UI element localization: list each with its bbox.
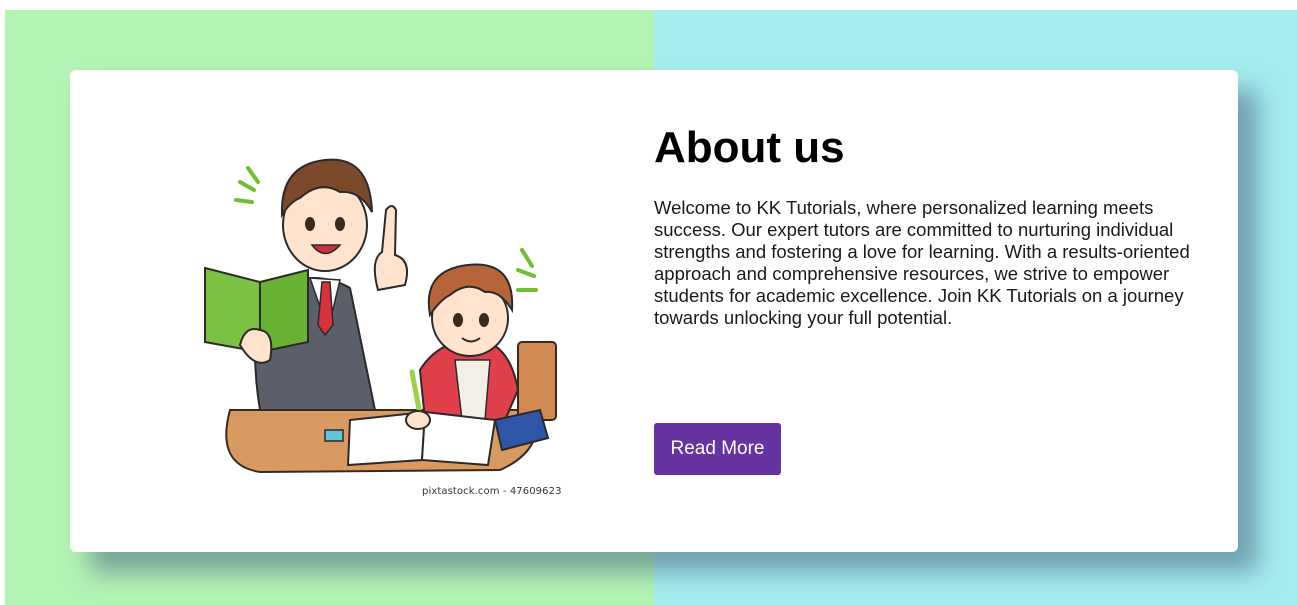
image-credit: pixtastock.com - 47609623 [422, 486, 562, 497]
tutor-and-student-illustration [200, 120, 570, 505]
about-card: pixtastock.com - 47609623 About us Welco… [70, 70, 1238, 552]
about-title: About us [654, 123, 845, 172]
read-more-button[interactable]: Read More [654, 423, 781, 475]
about-description: Welcome to KK Tutorials, where personali… [654, 197, 1190, 328]
page-background: pixtastock.com - 47609623 About us Welco… [5, 10, 1297, 605]
